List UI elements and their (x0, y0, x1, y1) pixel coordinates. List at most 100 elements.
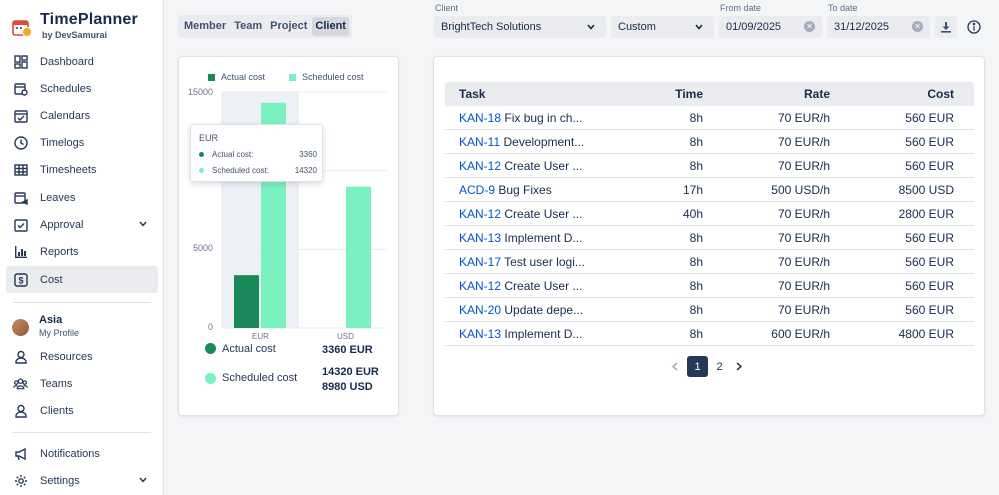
to-date-label: To date (828, 3, 858, 13)
task-cost-card: Task Time Rate Cost KAN-18 Fix bug in ch… (433, 56, 985, 416)
from-date-field[interactable]: 01/09/2025 ✕ (719, 16, 822, 38)
summary-dot (205, 373, 216, 384)
task-name: Bug Fixes (498, 183, 552, 197)
task-name: Implement D... (504, 327, 583, 341)
x-tick-label: USD (337, 332, 354, 341)
table-row[interactable]: KAN-11 Development... 8h 70 EUR/h 560 EUR (445, 130, 974, 154)
page-button[interactable]: 1 (687, 356, 708, 377)
sidebar-item-label: Clients (40, 404, 74, 417)
sidebar-item-settings[interactable]: Settings (6, 467, 158, 494)
page-button[interactable]: 2 (709, 356, 730, 377)
sidebar-item-label: Leaves (40, 191, 76, 204)
sidebar-item-dashboard[interactable]: Dashboard (6, 48, 158, 75)
cost-cell: 560 EUR (905, 111, 954, 125)
sidebar-item-schedules[interactable]: Schedules (6, 75, 158, 102)
sidebar-item-label: Timelogs (40, 136, 85, 149)
task-cell: ACD-9 Bug Fixes (459, 183, 552, 197)
chevron-down-icon (695, 24, 703, 30)
sidebar-item-teams[interactable]: Teams (6, 370, 158, 397)
table-row[interactable]: KAN-13 Implement D... 8h 600 EUR/h 4800 EUR (445, 322, 974, 346)
sidebar-item-timesheets[interactable]: Timesheets (6, 156, 158, 183)
table-row[interactable]: KAN-17 Test user logi... 8h 70 EUR/h 560 EU… (445, 250, 974, 274)
rate-cell: 70 EUR/h (777, 159, 830, 173)
dashboard-icon (13, 54, 28, 69)
profile-link[interactable]: Asia My Profile (12, 314, 79, 338)
issue-key-link[interactable]: KAN-18 (459, 111, 501, 125)
issue-key-link[interactable]: KAN-12 (459, 207, 501, 221)
sidebar-item-clients[interactable]: Clients (6, 397, 158, 424)
task-cell: KAN-20 Update depe... (459, 303, 583, 317)
tab-member[interactable]: Member (181, 17, 229, 36)
summary-value: 8980 USD (322, 381, 373, 393)
time-cell: 8h (689, 111, 703, 125)
task-name: Implement D... (504, 231, 583, 245)
issue-key-link[interactable]: ACD-9 (459, 183, 495, 197)
sidebar-item-label: Timesheets (40, 163, 97, 176)
tooltip-dot (199, 168, 204, 173)
cost-cell: 8500 USD (898, 183, 954, 197)
y-tick-label: 0 (207, 322, 213, 332)
sidebar-item-notifications[interactable]: Notifications (6, 440, 158, 467)
sidebar-item-reports[interactable]: Reports (6, 238, 158, 265)
person-icon (13, 349, 28, 364)
cost-cell: 560 EUR (905, 159, 954, 173)
table-row[interactable]: KAN-12 Create User ... 8h 70 EUR/h 560 EUR (445, 274, 974, 298)
column-header-task[interactable]: Task (459, 87, 485, 101)
table-row[interactable]: KAN-12 Create User ... 8h 70 EUR/h 560 EUR (445, 154, 974, 178)
column-header-cost[interactable]: Cost (927, 87, 954, 101)
tab-client[interactable]: Client (312, 17, 349, 36)
summary-label: Scheduled cost (222, 372, 298, 384)
rate-cell: 70 EUR/h (777, 207, 830, 221)
table-row[interactable]: KAN-20 Update depe... 8h 70 EUR/h 560 EUR (445, 298, 974, 322)
tab-team[interactable]: Team (231, 17, 265, 36)
sidebar-item-label: Notifications (40, 447, 100, 460)
sidebar-item-label: Reports (40, 245, 79, 258)
sidebar-item-approval[interactable]: Approval (6, 211, 158, 238)
sidebar-item-label: Teams (40, 377, 73, 390)
bar-chart-icon (13, 244, 28, 259)
sidebar-item-label: Cost (40, 273, 63, 286)
download-button[interactable] (935, 16, 957, 38)
to-date-field[interactable]: 31/12/2025 ✕ (827, 16, 930, 38)
download-icon (941, 22, 951, 33)
info-button[interactable] (963, 16, 985, 38)
issue-key-link[interactable]: KAN-20 (459, 303, 501, 317)
avatar (12, 319, 29, 336)
issue-key-link[interactable]: KAN-17 (459, 255, 501, 269)
sidebar-item-resources[interactable]: Resources (6, 343, 158, 370)
sidebar-item-label: Dashboard (40, 55, 94, 68)
sidebar-item-calendars[interactable]: Calendars (6, 102, 158, 129)
x-tick-label: EUR (252, 332, 269, 341)
range-select[interactable]: Custom (611, 16, 714, 38)
rate-cell: 70 EUR/h (777, 279, 830, 293)
table-row[interactable]: KAN-12 Create User ... 40h 70 EUR/h 2800 EU… (445, 202, 974, 226)
clear-icon[interactable]: ✕ (804, 21, 815, 32)
task-cell: KAN-13 Implement D... (459, 231, 582, 245)
issue-key-link[interactable]: KAN-12 (459, 279, 501, 293)
table-row[interactable]: KAN-18 Fix bug in ch... 8h 70 EUR/h 560 EUR (445, 106, 974, 130)
dollar-icon: $ (13, 272, 28, 287)
issue-key-link[interactable]: KAN-12 (459, 159, 501, 173)
clear-icon[interactable]: ✕ (912, 21, 923, 32)
sidebar-item-cost[interactable]: $ Cost (6, 266, 158, 293)
chevron-down-icon[interactable] (138, 475, 148, 485)
issue-key-link[interactable]: KAN-11 (459, 135, 500, 149)
client-icon (13, 403, 28, 418)
summary-dot (205, 343, 216, 354)
tooltip-value: 14320 (294, 166, 317, 175)
client-select[interactable]: BrightTech Solutions (434, 16, 606, 38)
chevron-left-icon[interactable] (667, 356, 683, 377)
rate-cell: 70 EUR/h (777, 135, 830, 149)
column-header-time[interactable]: Time (675, 87, 703, 101)
issue-key-link[interactable]: KAN-13 (459, 231, 501, 245)
sidebar-item-timelogs[interactable]: Timelogs (6, 129, 158, 156)
tab-project[interactable]: Project (267, 17, 310, 36)
column-header-rate[interactable]: Rate (804, 87, 830, 101)
table-row[interactable]: ACD-9 Bug Fixes 17h 500 USD/h 8500 USD (445, 178, 974, 202)
issue-key-link[interactable]: KAN-13 (459, 327, 501, 341)
sidebar-item-leaves[interactable]: Leaves (6, 184, 158, 211)
chevron-down-icon[interactable] (138, 219, 148, 229)
table-row[interactable]: KAN-13 Implement D... 8h 70 EUR/h 560 EUR (445, 226, 974, 250)
chevron-right-icon[interactable] (731, 356, 747, 377)
rate-cell: 70 EUR/h (777, 255, 830, 269)
